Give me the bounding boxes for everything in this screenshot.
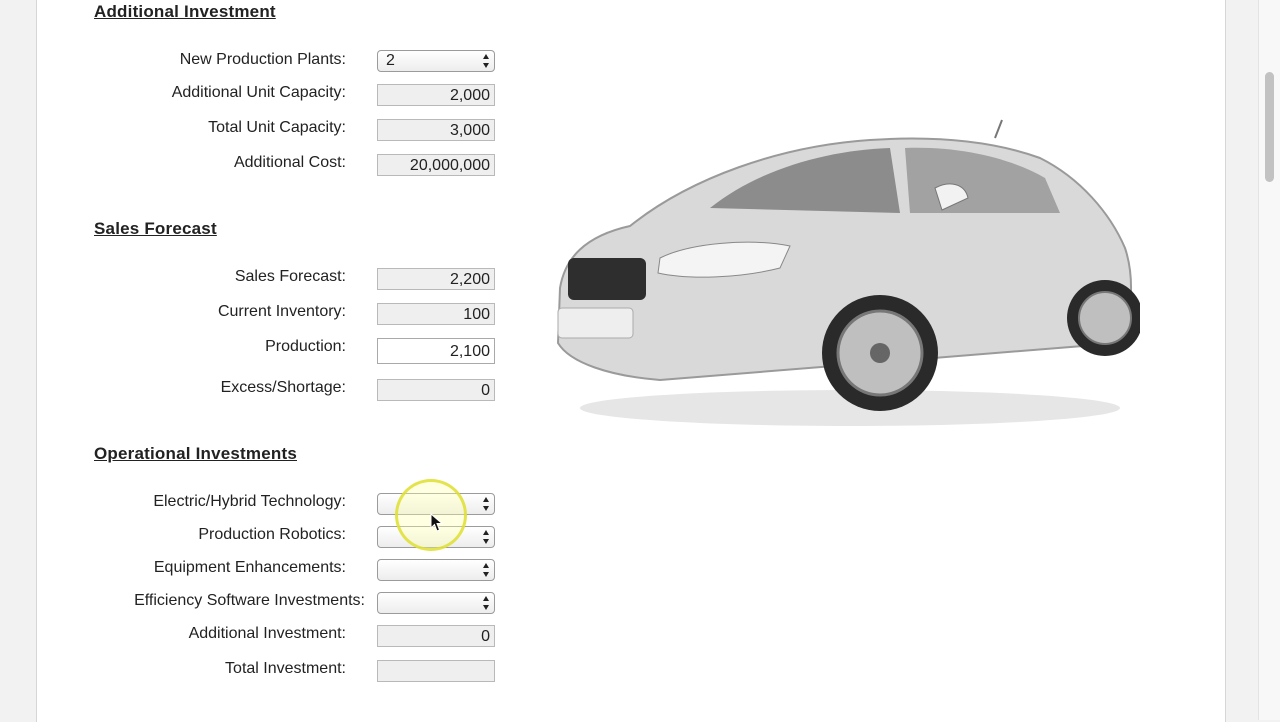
new-production-plants-value: 2 xyxy=(386,52,395,69)
row-total-investment: Total Investment: xyxy=(0,659,520,685)
section-title-sales-forecast: Sales Forecast xyxy=(94,219,217,238)
select-arrows-icon xyxy=(482,54,490,68)
efficiency-software-select[interactable] xyxy=(377,592,495,614)
row-new-production-plants: New Production Plants: 2 xyxy=(0,49,520,75)
label-total-investment: Total Investment: xyxy=(225,660,346,677)
sales-forecast-field: 2,200 xyxy=(377,268,495,290)
section-title-operational-investments: Operational Investments xyxy=(94,444,297,463)
row-additional-unit-capacity: Additional Unit Capacity: 2,000 xyxy=(0,83,520,109)
equipment-enhancements-select[interactable] xyxy=(377,559,495,581)
production-input[interactable]: 2,100 xyxy=(377,338,495,364)
row-additional-cost: Additional Cost: 20,000,000 xyxy=(0,153,520,179)
row-total-unit-capacity: Total Unit Capacity: 3,000 xyxy=(0,118,520,144)
new-production-plants-select[interactable]: 2 xyxy=(377,50,495,72)
row-sales-forecast: Sales Forecast: 2,200 xyxy=(0,267,520,293)
label-new-production-plants: New Production Plants: xyxy=(179,51,346,68)
additional-unit-capacity-field: 2,000 xyxy=(377,84,495,106)
section-title-additional-investment: Additional Investment xyxy=(94,2,276,21)
row-equipment-enhancements: Equipment Enhancements: xyxy=(0,558,520,584)
row-current-inventory: Current Inventory: 100 xyxy=(0,302,520,328)
label-additional-cost: Additional Cost: xyxy=(233,154,346,171)
row-excess-shortage: Excess/Shortage: 0 xyxy=(0,378,520,404)
label-additional-investment: Additional Investment: xyxy=(188,625,346,642)
total-unit-capacity-field: 3,000 xyxy=(377,119,495,141)
additional-investment-field: 0 xyxy=(377,625,495,647)
label-additional-unit-capacity: Additional Unit Capacity: xyxy=(171,84,346,101)
label-production: Production: xyxy=(265,338,346,355)
total-investment-field xyxy=(377,660,495,682)
row-production: Production: 2,100 xyxy=(0,337,520,364)
label-total-unit-capacity: Total Unit Capacity: xyxy=(208,119,346,136)
car-image xyxy=(556,119,1140,426)
excess-shortage-field: 0 xyxy=(377,379,495,401)
label-production-robotics: Production Robotics: xyxy=(198,526,346,543)
label-excess-shortage: Excess/Shortage: xyxy=(220,379,346,396)
select-arrows-icon xyxy=(482,596,490,610)
label-sales-forecast: Sales Forecast: xyxy=(234,268,346,285)
mouse-pointer-icon xyxy=(430,513,444,532)
row-efficiency-software: Efficiency Software Investments: xyxy=(0,591,520,617)
label-current-inventory: Current Inventory: xyxy=(217,303,346,320)
scrollbar-thumb[interactable] xyxy=(1265,72,1274,182)
select-arrows-icon xyxy=(482,530,490,544)
current-inventory-field: 100 xyxy=(377,303,495,325)
label-electric-hybrid: Electric/Hybrid Technology: xyxy=(153,493,346,510)
row-additional-investment: Additional Investment: 0 xyxy=(0,624,520,650)
label-efficiency-software: Efficiency Software Investments: xyxy=(134,592,365,609)
label-equipment-enhancements: Equipment Enhancements: xyxy=(153,559,346,576)
select-arrows-icon xyxy=(482,497,490,511)
select-arrows-icon xyxy=(482,563,490,577)
additional-cost-field: 20,000,000 xyxy=(377,154,495,176)
